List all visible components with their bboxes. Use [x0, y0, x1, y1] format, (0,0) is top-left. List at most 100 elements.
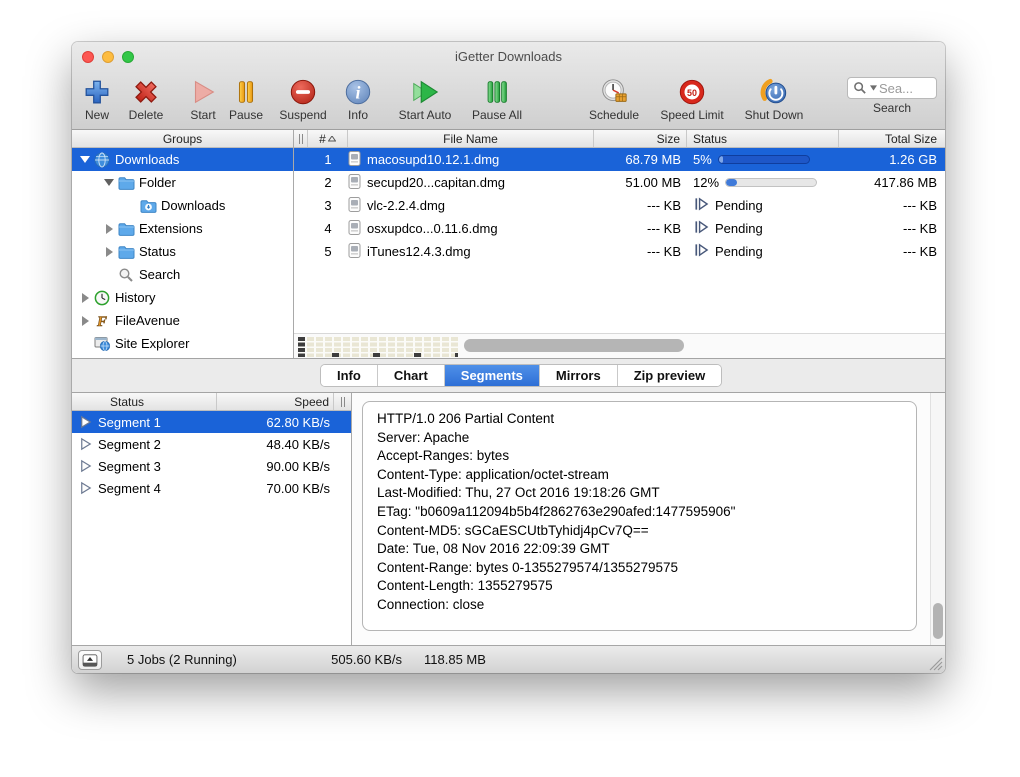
http-headers-pane: HTTP/1.0 206 Partial Content Server: Apa…	[352, 393, 945, 645]
download-row[interactable]: 4 osxupdco...0.11.6.dmg --- KB Pending -…	[294, 217, 945, 240]
file-icon	[348, 219, 361, 238]
horizontal-scrollbar-thumb[interactable]	[464, 339, 684, 352]
svg-text:i: i	[356, 82, 361, 102]
progress-bar	[717, 155, 810, 164]
tab-segments[interactable]: Segments	[444, 365, 540, 386]
file-icon	[348, 242, 361, 261]
groups-header[interactable]: Groups	[72, 130, 293, 148]
start-auto-button[interactable]: Start Auto	[386, 75, 464, 122]
double-play-icon	[386, 75, 464, 108]
groups-sidebar: Groups Downloads Folder Downloads Extens…	[72, 130, 294, 358]
folder-download-icon	[138, 199, 158, 213]
titlebar[interactable]: iGetter Downloads	[72, 42, 945, 72]
disclosure-collapsed-icon[interactable]	[78, 315, 92, 326]
segments-table-header: Status Speed	[72, 393, 351, 411]
download-row[interactable]: 3 vlc-2.2.4.dmg --- KB Pending --- KB	[294, 194, 945, 217]
segment-play-icon	[72, 414, 98, 430]
download-row[interactable]: 5 iTunes12.4.3.dmg --- KB Pending --- KB	[294, 240, 945, 263]
column-header-num[interactable]: #	[308, 130, 348, 147]
column-header-speed[interactable]: Speed	[217, 393, 334, 410]
segment-map	[298, 337, 458, 357]
search-label: Search	[872, 101, 912, 115]
power-icon	[735, 75, 813, 108]
groups-tree: Downloads Folder Downloads Extensions St…	[72, 148, 293, 358]
vertical-scrollbar-thumb[interactable]	[933, 603, 943, 639]
pending-icon	[693, 196, 709, 215]
bottom-panes: Status Speed Segment 1 62.80 KB/s Segmen…	[72, 393, 945, 645]
search-input[interactable]	[879, 80, 931, 96]
segments-pane: Status Speed Segment 1 62.80 KB/s Segmen…	[72, 393, 352, 645]
top-panes: Groups Downloads Folder Downloads Extens…	[72, 130, 945, 358]
speed-limit-button[interactable]: 50 Speed Limit	[653, 75, 731, 122]
downloads-table: # File Name Size Status Total Size 1 mac…	[294, 130, 945, 358]
sidebar-item-search[interactable]: Search	[72, 263, 293, 286]
sort-asc-icon	[327, 135, 336, 141]
folder-icon	[116, 176, 136, 190]
segment-play-icon	[72, 458, 98, 474]
tab-zip-preview[interactable]: Zip preview	[617, 365, 722, 386]
search-field[interactable]	[847, 77, 937, 99]
toggle-detail-pane-button[interactable]	[78, 650, 102, 670]
sidebar-item-site-explorer[interactable]: Site Explorer	[72, 332, 293, 355]
close-button[interactable]	[82, 51, 94, 63]
segment-row[interactable]: Segment 2 48.40 KB/s	[72, 433, 351, 455]
disclosure-expanded-icon[interactable]	[102, 179, 116, 186]
sidebar-item-fileavenue[interactable]: F FileAvenue	[72, 309, 293, 332]
segment-row[interactable]: Segment 3 90.00 KB/s	[72, 455, 351, 477]
file-icon	[348, 196, 361, 215]
download-row[interactable]: 2 secupd20...capitan.dmg 51.00 MB 12% 41…	[294, 171, 945, 194]
traffic-lights	[82, 51, 134, 63]
column-header-status[interactable]: Status	[687, 130, 839, 147]
tab-info[interactable]: Info	[321, 365, 378, 386]
sidebar-item-downloads[interactable]: Downloads	[72, 148, 293, 171]
detail-tabs: Info Chart Segments Mirrors Zip preview	[320, 364, 723, 387]
column-header-size[interactable]: Size	[594, 130, 687, 147]
total-speed: 505.60 KB/s	[331, 652, 402, 667]
shut-down-button[interactable]: Shut Down	[735, 75, 813, 122]
sidebar-item-extensions[interactable]: Extensions	[72, 217, 293, 240]
disclosure-expanded-icon[interactable]	[78, 156, 92, 163]
clock-icon	[575, 75, 653, 108]
tab-chart[interactable]: Chart	[377, 365, 445, 386]
pending-icon	[693, 242, 709, 261]
pane-splitter-handle[interactable]	[294, 130, 308, 147]
zoom-button[interactable]	[122, 51, 134, 63]
chevron-down-icon	[870, 85, 877, 91]
pending-icon	[693, 219, 709, 238]
tab-mirrors[interactable]: Mirrors	[539, 365, 618, 386]
disclosure-collapsed-icon[interactable]	[102, 223, 116, 234]
search-widget: Search	[847, 77, 937, 115]
progress-bar	[725, 178, 818, 187]
column-header-total[interactable]: Total Size	[839, 130, 945, 147]
pane-splitter-handle[interactable]	[334, 393, 351, 410]
minimize-button[interactable]	[102, 51, 114, 63]
resize-grip[interactable]	[929, 657, 943, 671]
sidebar-item-downloads-folder[interactable]: Downloads	[72, 194, 293, 217]
segment-row[interactable]: Segment 1 62.80 KB/s	[72, 411, 351, 433]
sidebar-item-history[interactable]: History	[72, 286, 293, 309]
schedule-button[interactable]: Schedule	[575, 75, 653, 122]
app-window: iGetter Downloads New Delete Start Pause…	[72, 42, 945, 673]
segment-row[interactable]: Segment 4 70.00 KB/s	[72, 477, 351, 499]
pause-all-button[interactable]: Pause All	[458, 75, 536, 122]
sidebar-item-folder[interactable]: Folder	[72, 171, 293, 194]
vertical-scrollbar[interactable]	[930, 393, 945, 645]
window-title: iGetter Downloads	[455, 49, 562, 64]
sidebar-item-status[interactable]: Status	[72, 240, 293, 263]
column-header-name[interactable]: File Name	[348, 130, 594, 147]
fileavenue-icon: F	[92, 313, 112, 328]
jobs-count: 5 Jobs (2 Running)	[127, 652, 237, 667]
http-headers-box: HTTP/1.0 206 Partial Content Server: Apa…	[362, 401, 917, 631]
file-icon	[348, 173, 361, 192]
download-row[interactable]: 1 macosupd10.12.1.dmg 68.79 MB 5% 1.26 G…	[294, 148, 945, 171]
disclosure-collapsed-icon[interactable]	[78, 292, 92, 303]
file-icon	[348, 150, 361, 169]
disclosure-collapsed-icon[interactable]	[102, 246, 116, 257]
column-header-status[interactable]: Status	[72, 393, 217, 410]
folder-icon	[116, 245, 136, 259]
horizontal-scrollbar[interactable]	[294, 333, 945, 358]
panel-toggle-icon	[82, 653, 98, 667]
globe-icon	[92, 152, 112, 168]
total-downloaded: 118.85 MB	[424, 652, 486, 667]
speed-limit-sign-icon: 50	[653, 75, 731, 108]
